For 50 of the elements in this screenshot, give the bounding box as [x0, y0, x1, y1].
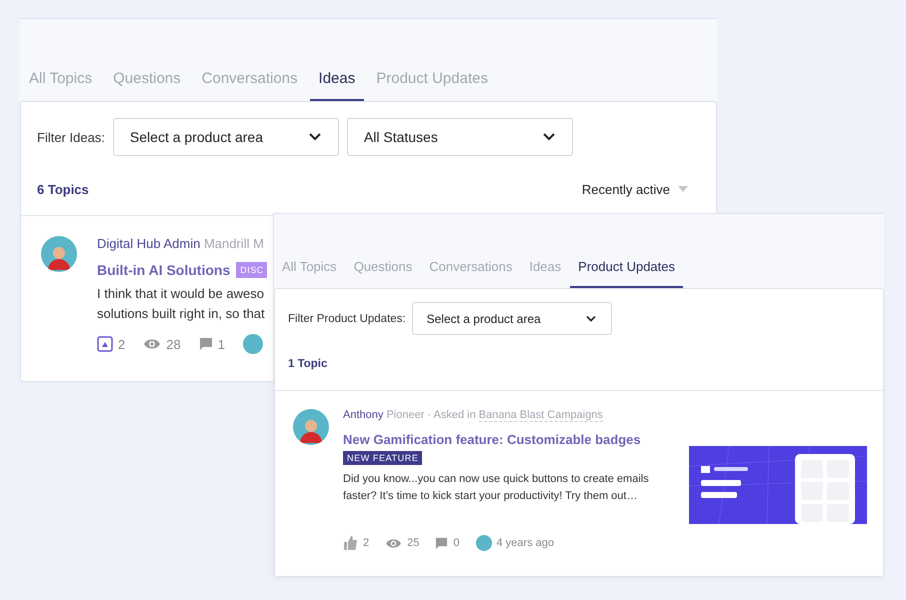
author-link[interactable]: Anthony — [343, 409, 384, 421]
upvote-icon — [97, 336, 113, 352]
comment-count: 1 — [218, 336, 225, 352]
author-role: Pioneer — [386, 409, 424, 421]
view-count: 28 — [166, 336, 181, 352]
avatar — [293, 409, 329, 445]
eye-icon — [143, 338, 162, 350]
topic-count: 1 Topic — [288, 358, 328, 370]
tab[interactable]: Conversations — [421, 259, 520, 288]
post-excerpt-line: solutions built right in, so that — [97, 305, 266, 323]
category-badge: DISC — [236, 262, 267, 278]
thumbs-up-icon — [343, 536, 358, 550]
topic-count: 6 Topics — [37, 182, 89, 196]
post-excerpt: Did you know...you can now use quick buttons to create emails faster? It’s time to kick start your productivity! Try them out… — [343, 472, 650, 504]
comment-count: 0 — [453, 537, 460, 549]
category-link[interactable]: Banana Blast Campaigns — [478, 409, 603, 422]
tab[interactable]: All Topics — [20, 70, 102, 101]
tab[interactable]: All Topics — [274, 259, 345, 288]
author-role: Mandrill M — [204, 236, 264, 251]
comment-icon — [198, 337, 213, 351]
caret-down-icon — [678, 186, 688, 192]
tab[interactable]: Product Updates — [367, 70, 497, 101]
chevron-down-icon — [584, 314, 597, 322]
post-time: 4 years ago — [496, 537, 554, 549]
post-excerpt-line: I think that it would be aweso — [97, 285, 265, 303]
avatar — [242, 334, 263, 354]
post-title[interactable]: Built-in AI Solutions — [97, 262, 230, 278]
new-feature-badge: NEW FEATURE — [343, 451, 422, 465]
avatar — [41, 236, 77, 272]
chevron-down-icon — [542, 132, 556, 142]
like-button[interactable]: 2 — [343, 536, 370, 550]
asked-in-label: · Asked in — [427, 409, 476, 421]
tab[interactable]: Ideas — [521, 259, 570, 288]
filter-label: Filter Ideas: — [37, 130, 105, 144]
dropdown[interactable]: Select a product area — [412, 302, 612, 335]
tab[interactable]: Conversations — [192, 70, 307, 101]
author-link[interactable]: Digital Hub Admin — [97, 236, 200, 251]
comment-icon — [435, 536, 448, 550]
avatar — [476, 535, 492, 551]
dropdown[interactable]: All Statuses — [346, 118, 573, 156]
dropdown[interactable]: Select a product area — [112, 118, 339, 156]
upvote-button[interactable]: 2 — [97, 336, 126, 352]
tab[interactable]: Questions — [346, 259, 420, 288]
filter-label: Filter Product Updates: — [288, 312, 406, 324]
tab[interactable]: Questions — [104, 70, 190, 101]
sort-dropdown[interactable]: Recently active — [576, 180, 694, 198]
chevron-down-icon — [308, 132, 322, 142]
post-title[interactable]: New Gamification feature: Customizable badges — [343, 432, 675, 447]
view-count: 25 — [407, 537, 420, 549]
eye-icon — [385, 538, 402, 548]
